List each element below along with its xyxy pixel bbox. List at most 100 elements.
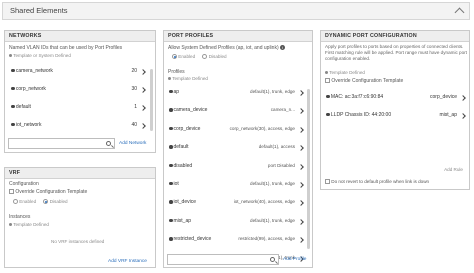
profile-detail: default(1), trunk, edge bbox=[250, 89, 295, 94]
template-dot-icon bbox=[168, 77, 171, 81]
dynamic-port-config-panel: DYNAMIC PORT CONFIGURATION Apply port pr… bbox=[320, 30, 470, 190]
profile-detail: restricted(99), access, edge bbox=[238, 236, 295, 242]
port-profiles-title: PORT PROFILES bbox=[164, 31, 312, 42]
profile-item[interactable]: default default(1), access bbox=[169, 144, 304, 154]
network-vlan: 20 bbox=[131, 68, 137, 74]
profile-name: iot_device bbox=[173, 199, 197, 206]
chevron-right-icon bbox=[298, 218, 304, 225]
no-revert-row[interactable]: Do not revert to default profile when li… bbox=[325, 179, 429, 185]
override-checkbox[interactable] bbox=[9, 189, 14, 195]
vrf-template-note: Template Defined bbox=[9, 222, 49, 227]
chevron-right-icon bbox=[298, 163, 304, 170]
chevron-right-icon bbox=[298, 126, 304, 133]
rule-item[interactable]: MAC: ac:3a:f7:c6:90:84 corp_device bbox=[326, 94, 466, 104]
network-name: corp_network bbox=[15, 86, 46, 92]
profiles-scrollbar[interactable] bbox=[307, 89, 310, 249]
vrf-disabled-radio[interactable] bbox=[43, 199, 49, 205]
chevron-right-icon bbox=[140, 87, 146, 93]
override-checkbox[interactable] bbox=[325, 78, 330, 84]
profile-detail: corp_network(30), access, edge bbox=[229, 125, 295, 131]
network-item[interactable]: default 1 bbox=[11, 104, 146, 114]
network-name: iot_network bbox=[15, 122, 42, 128]
profile-detail: default(1), trunk, edge bbox=[250, 217, 295, 223]
networks-template-note: Template or System Defined bbox=[9, 53, 71, 58]
chevron-right-icon bbox=[460, 95, 466, 101]
rule-name: MAC: ac:3a:f7:c6:90:84 bbox=[330, 94, 384, 100]
rule-item[interactable]: LLDP Chassis ID: 44:20:00 mist_ap bbox=[326, 112, 466, 122]
profile-name: ap bbox=[173, 89, 180, 95]
network-item[interactable]: camera_network 20 bbox=[11, 68, 146, 78]
network-vlan: 40 bbox=[131, 122, 137, 128]
profile-dot-icon bbox=[169, 218, 173, 223]
template-dot-icon bbox=[9, 223, 12, 227]
network-dot-icon bbox=[11, 86, 15, 91]
vrf-override-row[interactable]: Override Configuration Template bbox=[9, 189, 87, 195]
profile-detail: camera_n... bbox=[270, 107, 295, 113]
rule-profile: mist_ap bbox=[439, 112, 457, 118]
vrf-state-radios: Enabled Disabled bbox=[13, 199, 68, 205]
chevron-right-icon bbox=[140, 105, 146, 111]
add-profile-link[interactable]: Add Profile bbox=[283, 257, 306, 262]
networks-search-input[interactable] bbox=[8, 138, 115, 149]
network-dot-icon bbox=[11, 122, 15, 127]
chevron-right-icon bbox=[460, 113, 466, 119]
profile-dot-icon bbox=[169, 200, 173, 204]
search-icon bbox=[270, 257, 275, 262]
chevron-right-icon bbox=[298, 108, 304, 115]
dynamic-override-row[interactable]: Override Configuration Template bbox=[325, 78, 403, 84]
profile-name: restricted_device bbox=[173, 236, 212, 243]
info-icon[interactable]: i bbox=[280, 45, 285, 51]
network-vlan: 1 bbox=[134, 104, 137, 110]
port-profiles-radios: Enabled Disabled bbox=[172, 54, 227, 60]
add-rule-link[interactable]: Add Rule bbox=[444, 167, 463, 172]
collapse-chevron-icon[interactable] bbox=[454, 7, 465, 18]
profiles-template-note: Template Defined bbox=[168, 76, 208, 81]
networks-title: NETWORKS bbox=[5, 31, 155, 42]
profiles-disabled-radio[interactable] bbox=[202, 54, 208, 60]
profile-detail: iot_network(40), access, edge bbox=[233, 199, 295, 205]
profiles-search-input[interactable] bbox=[167, 254, 279, 265]
vrf-instances-label: Instances bbox=[9, 214, 31, 220]
shared-elements-header[interactable]: Shared Elements bbox=[2, 2, 470, 20]
vrf-configuration-label: Configuration bbox=[9, 181, 39, 187]
profile-name: camera_device bbox=[173, 107, 208, 114]
rule-dot-icon bbox=[326, 112, 330, 117]
profile-item[interactable]: ap default(1), trunk, edge bbox=[169, 89, 304, 99]
page-title: Shared Elements bbox=[10, 6, 68, 15]
profile-name: iot bbox=[173, 181, 179, 187]
network-dot-icon bbox=[11, 68, 15, 73]
dynamic-description: Apply port profiles to ports based on pr… bbox=[325, 44, 467, 61]
profile-item[interactable]: iot_device iot_network(40), access, edge bbox=[169, 199, 304, 209]
profile-item[interactable]: mist_ap default(1), trunk, edge bbox=[169, 218, 304, 228]
chevron-right-icon bbox=[298, 90, 304, 96]
networks-scrollbar[interactable] bbox=[150, 69, 153, 131]
chevron-right-icon bbox=[298, 200, 304, 207]
add-vrf-instance-link[interactable]: Add VRF Instance bbox=[108, 259, 147, 264]
profile-item[interactable]: iot default(1), trunk, edge bbox=[169, 181, 304, 191]
network-dot-icon bbox=[11, 104, 15, 109]
profile-name: corp_device bbox=[173, 125, 201, 132]
vrf-panel: VRF Configuration Override Configuration… bbox=[4, 167, 156, 268]
network-item[interactable]: iot_network 40 bbox=[11, 122, 146, 132]
rule-dot-icon bbox=[326, 94, 330, 99]
networks-description: Named VLAN IDs that can be used by Port … bbox=[9, 45, 123, 51]
chevron-right-icon bbox=[140, 69, 146, 75]
profile-name: default bbox=[173, 144, 189, 151]
profile-item[interactable]: corp_device corp_network(30), access, edg… bbox=[169, 126, 304, 136]
profile-dot-icon bbox=[169, 145, 173, 149]
profile-item[interactable]: disabled port Disabled bbox=[169, 163, 304, 173]
network-item[interactable]: corp_network 30 bbox=[11, 86, 146, 96]
no-revert-checkbox[interactable] bbox=[325, 179, 330, 185]
rule-profile: corp_device bbox=[430, 94, 457, 100]
profiles-enabled-radio[interactable] bbox=[172, 54, 177, 60]
vrf-enabled-radio[interactable] bbox=[13, 199, 18, 205]
profile-item[interactable]: restricted_device restricted(99), access,… bbox=[169, 236, 304, 246]
add-network-link[interactable]: Add Network bbox=[119, 141, 146, 146]
profile-item[interactable]: camera_device camera_n... bbox=[169, 107, 304, 117]
profile-detail: port Disabled bbox=[267, 162, 295, 168]
profile-dot-icon bbox=[169, 126, 173, 131]
port-profiles-description: Allow System Defined Profiles (ap, iot, … bbox=[168, 45, 285, 51]
chevron-right-icon bbox=[298, 237, 304, 244]
search-icon bbox=[106, 141, 111, 146]
profile-name: disabled bbox=[173, 162, 193, 169]
